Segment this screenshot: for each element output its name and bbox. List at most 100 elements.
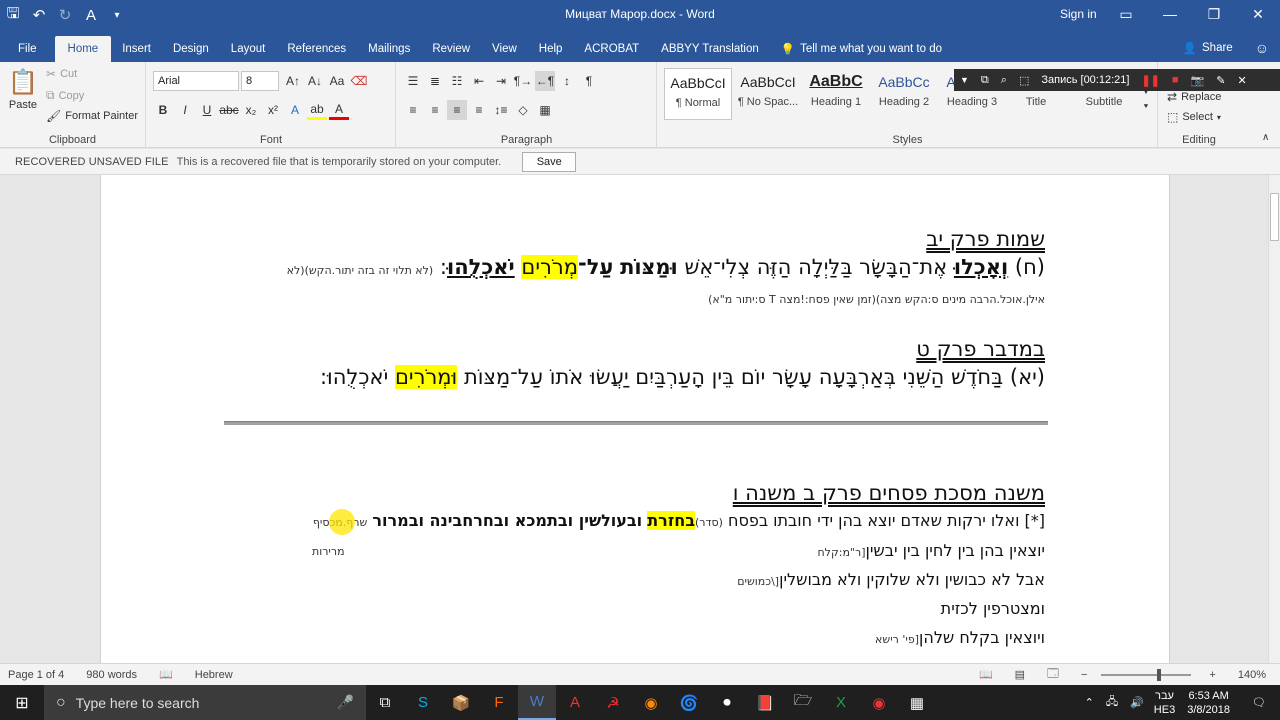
app-icon-6[interactable]: 📕 xyxy=(746,685,784,720)
strikethrough-icon[interactable]: abc xyxy=(219,100,239,120)
line-spacing-icon[interactable]: ↕≡ xyxy=(491,100,511,120)
firefox-icon[interactable]: ◉ xyxy=(632,685,670,720)
recorder-close-icon[interactable]: ✕ xyxy=(1231,74,1252,87)
skype-icon[interactable]: S xyxy=(404,685,442,720)
share-button[interactable]: 👤 Share xyxy=(1172,35,1244,61)
cut-button[interactable]: ✂ Cut xyxy=(46,67,77,81)
customize-icon[interactable]: ▾ xyxy=(104,10,130,21)
network-icon[interactable]: 🖧 xyxy=(1100,693,1124,712)
app-icon-7[interactable]: 🗁 xyxy=(784,685,822,720)
collapse-ribbon-icon[interactable]: ∧ xyxy=(1262,132,1269,143)
smiley-icon[interactable]: ☺ xyxy=(1244,35,1280,61)
zoom-thumb[interactable] xyxy=(1157,668,1162,681)
borders-icon[interactable]: ▦ xyxy=(535,100,555,120)
tab-file[interactable]: File xyxy=(0,36,55,62)
tray-chevron-icon[interactable]: ⌃ xyxy=(1079,696,1100,709)
shrink-font-icon[interactable]: A↓ xyxy=(305,71,325,91)
zoom-slider[interactable] xyxy=(1101,668,1192,681)
app-icon-4[interactable]: 🌀 xyxy=(670,685,708,720)
read-mode-icon[interactable]: 📖 xyxy=(979,668,993,681)
app-icon-3[interactable]: ☭ xyxy=(594,685,632,720)
tab-review[interactable]: Review xyxy=(421,36,481,62)
replace-button[interactable]: ⇄ Replace xyxy=(1167,90,1221,104)
sign-in-link[interactable]: Sign in xyxy=(1060,7,1097,21)
bold-icon[interactable]: B xyxy=(153,100,173,120)
shading-icon[interactable]: ◇ xyxy=(513,100,533,120)
justify-icon[interactable]: ≡ xyxy=(469,100,489,120)
highlight-icon[interactable]: ab xyxy=(307,100,327,120)
proofing-icon[interactable]: 📖 xyxy=(159,668,173,681)
format-painter-icon[interactable]: A xyxy=(78,7,104,24)
sort-icon[interactable]: ↕ xyxy=(557,71,577,91)
underline-icon[interactable]: U xyxy=(197,100,217,120)
calculator-icon[interactable]: ▦ xyxy=(898,685,936,720)
undo-icon[interactable]: ↶ xyxy=(26,6,52,24)
text-effects-icon[interactable]: A xyxy=(285,100,305,120)
restore-icon[interactable]: ❐ xyxy=(1192,0,1236,28)
style-normal[interactable]: AaBbCcI ¶ Normal xyxy=(664,68,732,120)
ribbon-display-icon[interactable]: ▭ xyxy=(1104,0,1148,28)
rtl-icon[interactable]: ←¶ xyxy=(535,71,555,91)
tab-abbyy[interactable]: ABBYY Translation xyxy=(650,36,770,62)
superscript-icon[interactable]: x² xyxy=(263,100,283,120)
task-view-icon[interactable]: ⧉ xyxy=(366,685,404,720)
multilevel-list-icon[interactable]: ☷ xyxy=(447,71,467,91)
scrollbar-thumb[interactable] xyxy=(1270,193,1279,241)
microphone-icon[interactable]: 🎤 xyxy=(337,694,366,711)
app-icon-1[interactable]: 📦 xyxy=(442,685,480,720)
tab-help[interactable]: Help xyxy=(528,36,574,62)
format-painter-button[interactable]: 🖌 Format Painter xyxy=(46,109,138,123)
align-left-icon[interactable]: ≡ xyxy=(403,100,423,120)
vertical-scrollbar[interactable] xyxy=(1268,175,1280,663)
grow-font-icon[interactable]: A↑ xyxy=(283,71,303,91)
recorder-crop-icon[interactable]: ⬚ xyxy=(1013,74,1035,87)
app-icon-5[interactable]: ⏺ xyxy=(708,685,746,720)
change-case-icon[interactable]: Aa xyxy=(327,71,347,91)
recorder-camera-icon[interactable]: 📷 xyxy=(1185,74,1211,87)
minimize-icon[interactable]: — xyxy=(1148,0,1192,28)
save-icon[interactable]: 🖫 xyxy=(0,3,26,28)
decrease-indent-icon[interactable]: ⇤ xyxy=(469,71,489,91)
page-count[interactable]: Page 1 of 4 xyxy=(8,669,64,681)
zoom-out-icon[interactable]: − xyxy=(1081,669,1087,681)
language-switch[interactable]: עבר HE3 xyxy=(1150,689,1179,717)
clock[interactable]: 6:53 AM 3/8/2018 xyxy=(1187,689,1230,717)
style-no-spacing[interactable]: AaBbCcI ¶ No Spac... xyxy=(734,68,802,120)
align-center-icon[interactable]: ≡ xyxy=(425,100,445,120)
word-icon[interactable]: W xyxy=(518,685,556,720)
save-button[interactable]: Save xyxy=(522,151,577,172)
subscript-icon[interactable]: x₂ xyxy=(241,100,261,120)
recorder-stop-icon[interactable]: ■ xyxy=(1166,74,1185,86)
recorder-pause-icon[interactable]: ❚❚ xyxy=(1135,74,1165,87)
tell-me-box[interactable]: 💡 Tell me what you want to do xyxy=(770,36,953,62)
tab-view[interactable]: View xyxy=(481,36,528,62)
font-size-select[interactable]: 8 xyxy=(241,71,279,91)
print-layout-icon[interactable]: ▤ xyxy=(1015,668,1025,681)
show-marks-icon[interactable]: ¶ xyxy=(579,71,599,91)
tab-mailings[interactable]: Mailings xyxy=(357,36,421,62)
numbering-icon[interactable]: ≣ xyxy=(425,71,445,91)
select-button[interactable]: ⬚ Select ▾ xyxy=(1167,110,1221,124)
ltr-icon[interactable]: ¶→ xyxy=(513,71,533,91)
tab-acrobat[interactable]: ACROBAT xyxy=(573,36,650,62)
copy-button[interactable]: ⧉ Copy xyxy=(46,88,84,103)
acrobat-icon[interactable]: A xyxy=(556,685,594,720)
paste-button[interactable]: 📋 Paste xyxy=(8,68,38,111)
recorder-search-icon[interactable]: ⌕ xyxy=(995,74,1013,87)
recorder-menu-icon[interactable]: ▼ xyxy=(954,75,975,85)
document-page[interactable]: שמות פרק יב (ח) וְאָכְלוּ אֶת־הַבָּשָׂר … xyxy=(100,175,1170,663)
excel-icon[interactable]: X xyxy=(822,685,860,720)
increase-indent-icon[interactable]: ⇥ xyxy=(491,71,511,91)
web-layout-icon[interactable]: 🗔 xyxy=(1047,665,1059,684)
font-color-icon[interactable]: A xyxy=(329,100,349,120)
style-heading-1[interactable]: AaBbC Heading 1 xyxy=(802,68,870,120)
app-icon-2[interactable]: F xyxy=(480,685,518,720)
windows-start-icon[interactable]: ⊞ xyxy=(0,685,44,720)
language-indicator[interactable]: Hebrew xyxy=(195,669,233,681)
tab-references[interactable]: References xyxy=(276,36,357,62)
style-heading-2[interactable]: AaBbCc Heading 2 xyxy=(870,68,938,120)
zoom-in-icon[interactable]: + xyxy=(1209,669,1215,681)
font-name-select[interactable]: Arial xyxy=(153,71,239,91)
tab-insert[interactable]: Insert xyxy=(111,36,162,62)
redo-icon[interactable]: ↻ xyxy=(52,6,78,24)
